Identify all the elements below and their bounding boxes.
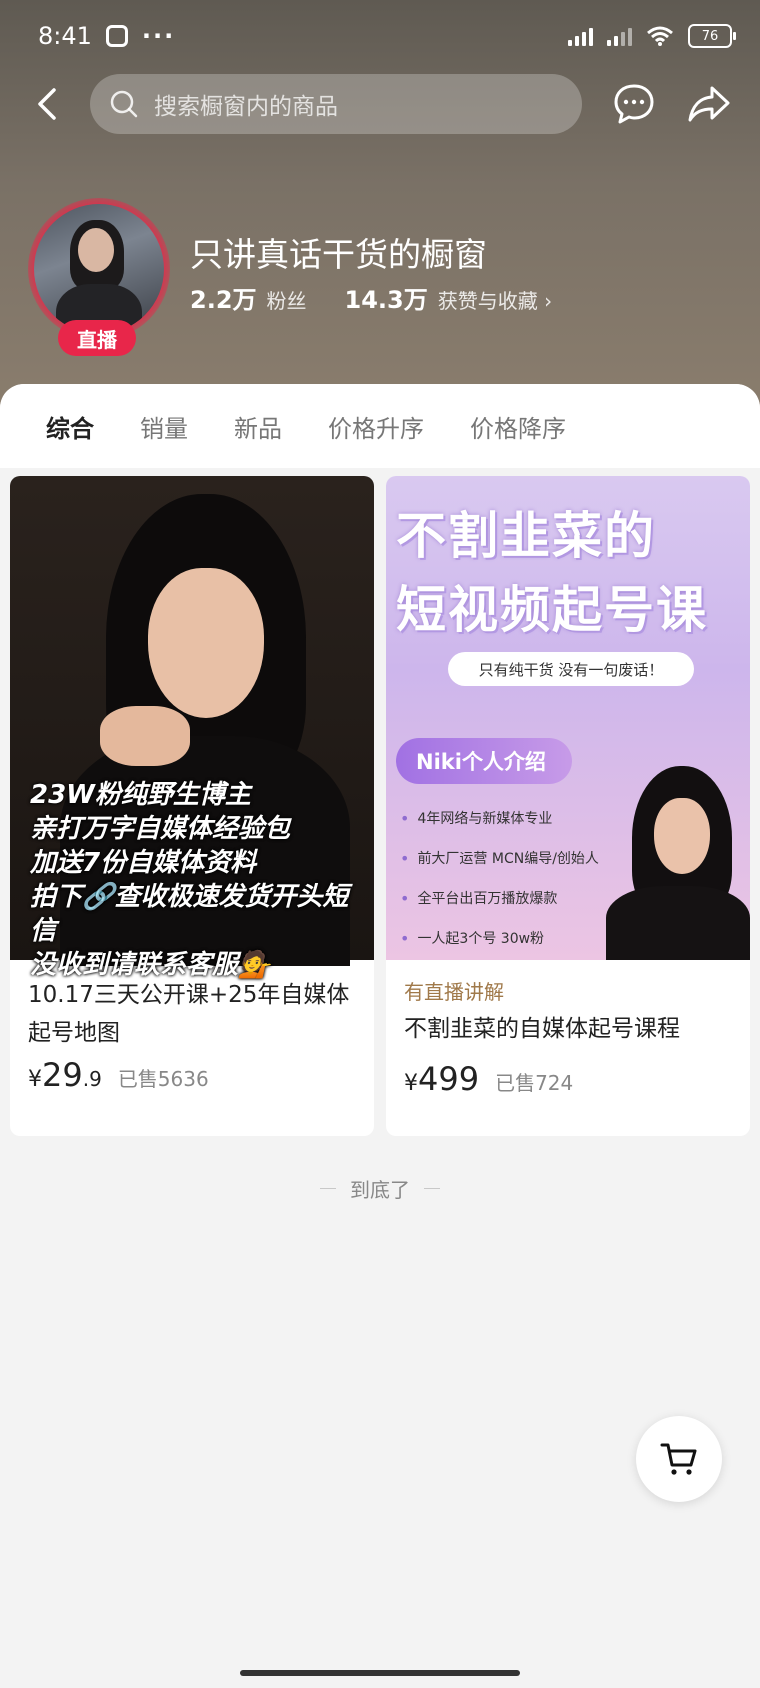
product-card[interactable]: 不割韭菜的 短视频起号课 只有纯干货 没有一句废话！ Niki个人介绍 4年网络…	[386, 476, 750, 1136]
image-pill: 只有纯干货 没有一句废话！	[448, 652, 694, 686]
product-price: ¥ 29 .9 已售5636	[28, 1056, 209, 1094]
cart-icon	[660, 1443, 697, 1475]
back-arrow-icon[interactable]	[28, 84, 68, 124]
cart-button[interactable]	[636, 1416, 722, 1502]
signal-icon-2	[607, 26, 632, 46]
tab-sales[interactable]: 销量	[140, 409, 188, 444]
shop-stats[interactable]: 2.2万 粉丝 14.3万 获赞与收藏 ›	[190, 280, 552, 315]
image-headline: 短视频起号课	[396, 581, 708, 639]
end-of-list: 到底了	[0, 1174, 760, 1203]
top-bar: 搜索橱窗内的商品	[0, 74, 760, 134]
product-sheet: 综合 销量 新品 价格升序 价格降序 23W粉纯野生博主 亲打万字自媒体经验包 …	[0, 384, 760, 1688]
home-indicator	[240, 1670, 520, 1676]
fans-label: 粉丝	[266, 289, 307, 313]
product-price: ¥ 499 已售724	[404, 1060, 574, 1098]
image-portrait	[606, 766, 750, 960]
status-time: 8:41	[38, 22, 92, 50]
product-card[interactable]: 23W粉纯野生博主 亲打万字自媒体经验包 加送7份自媒体资料 拍下🔗查收极速发货…	[10, 476, 374, 1136]
product-image: 23W粉纯野生博主 亲打万字自媒体经验包 加送7份自媒体资料 拍下🔗查收极速发货…	[10, 476, 374, 980]
shop-header: 8:41 ··· 76 搜索橱窗内的商品 直播 只讲真话干货的橱窗 2.2万 粉…	[0, 0, 760, 410]
sold-count: 已售724	[495, 1071, 574, 1095]
search-placeholder: 搜索橱窗内的商品	[154, 94, 338, 120]
likes-count: 14.3万	[344, 286, 428, 314]
tab-price-asc[interactable]: 价格升序	[328, 409, 424, 444]
tab-new[interactable]: 新品	[234, 409, 282, 444]
status-bar: 8:41 ··· 76	[38, 18, 736, 54]
tab-comprehensive[interactable]: 综合	[46, 409, 94, 444]
image-bullets: 4年网络与新媒体专业 前大厂运营 MCN编导/创始人 全平台出百万播放爆款 一人…	[400, 798, 599, 958]
status-more-dots: ···	[141, 22, 176, 50]
product-title: 不割韭菜的自媒体起号课程	[404, 1016, 680, 1042]
signal-icon	[568, 26, 593, 46]
chat-bubble-icon[interactable]	[612, 82, 656, 126]
live-explain-tag: 有直播讲解	[404, 980, 504, 1004]
live-badge[interactable]: 直播	[58, 320, 136, 356]
image-headline: 不割韭菜的	[396, 507, 656, 565]
tab-price-desc[interactable]: 价格降序	[470, 409, 566, 444]
product-image-caption: 23W粉纯野生博主 亲打万字自媒体经验包 加送7份自媒体资料 拍下🔗查收极速发货…	[30, 780, 349, 980]
sold-count: 已售5636	[117, 1067, 209, 1091]
product-image: 不割韭菜的 短视频起号课 只有纯干货 没有一句废话！ Niki个人介绍 4年网络…	[386, 476, 750, 960]
avatar[interactable]	[28, 198, 170, 340]
search-input[interactable]: 搜索橱窗内的商品	[90, 74, 582, 134]
avatar-photo	[34, 204, 164, 334]
battery-indicator: 76	[688, 24, 736, 48]
likes-label: 获赞与收藏 ›	[437, 289, 553, 313]
search-icon	[110, 90, 138, 118]
app-notification-icon	[105, 25, 128, 47]
wifi-icon	[647, 26, 673, 46]
image-badge: Niki个人介绍	[396, 738, 572, 784]
share-icon[interactable]	[686, 82, 732, 126]
shop-name: 只讲真话干货的橱窗	[190, 235, 487, 274]
sort-tabs: 综合 销量 新品 价格升序 价格降序	[0, 384, 760, 468]
fans-count: 2.2万	[190, 286, 257, 314]
product-title: 10.17三天公开课+25年自媒体起号地图	[28, 982, 350, 1046]
